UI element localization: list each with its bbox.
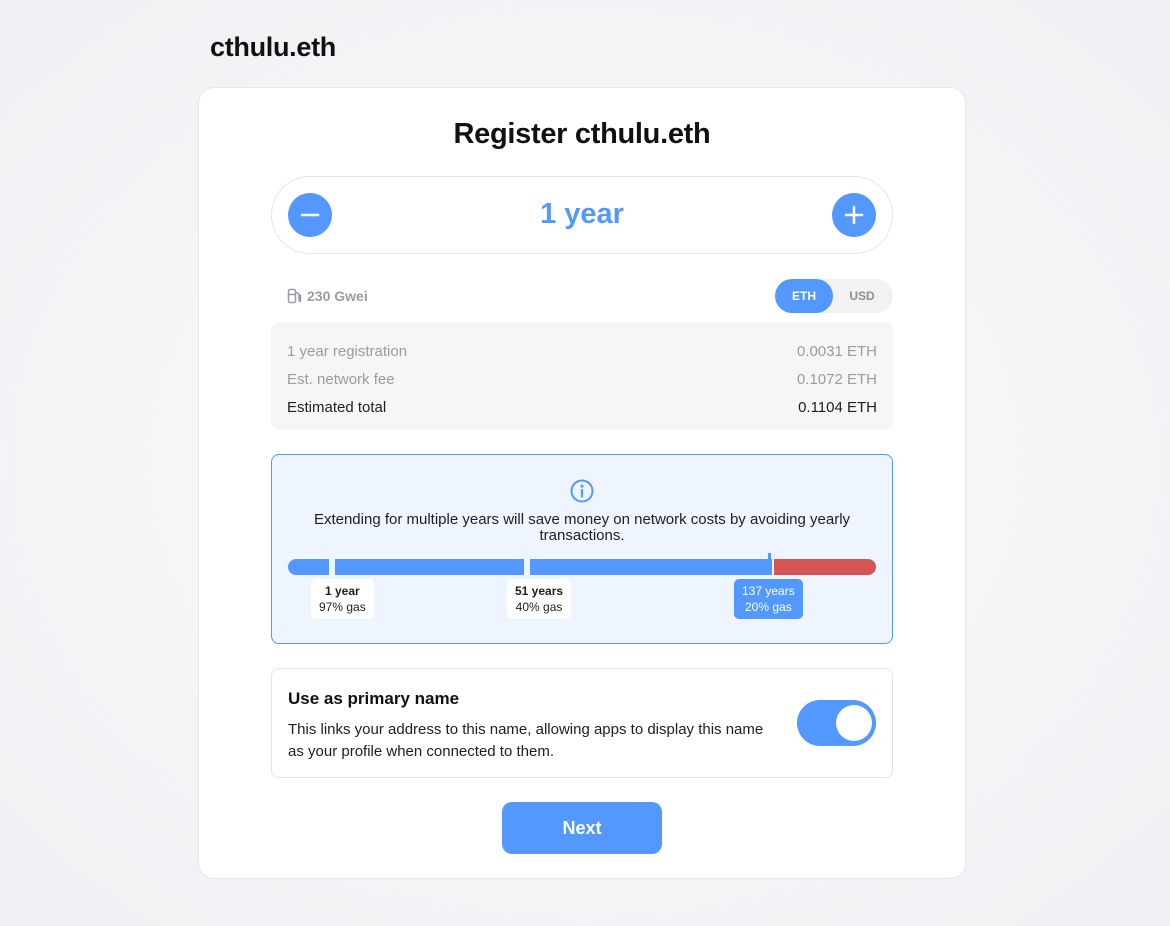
site-name: cthulu.eth xyxy=(210,32,336,62)
next-button[interactable]: Next xyxy=(502,802,662,854)
gas-savings-bar xyxy=(288,559,772,575)
currency-option-usd[interactable]: USD xyxy=(833,279,891,313)
page-title: Register cthulu.eth xyxy=(453,118,711,150)
primary-name-section: Use as primary name This links your addr… xyxy=(271,668,893,778)
tick-years: 137 years xyxy=(742,584,795,598)
primary-name-description: This links your address to this name, al… xyxy=(288,721,764,760)
savings-message: Extending for multiple years will save m… xyxy=(313,511,851,544)
tick-gas: 97% gas xyxy=(319,600,366,614)
invoice-value: 0.1072 ETH xyxy=(796,371,877,388)
primary-name-toggle[interactable] xyxy=(797,700,876,746)
plus-icon xyxy=(844,205,864,225)
gas-price: 230 Gwei xyxy=(287,288,368,304)
savings-tick: 1 year 97% gas xyxy=(311,579,374,619)
bar-marker-active xyxy=(768,553,771,575)
currency-option-eth[interactable]: ETH xyxy=(775,279,833,313)
duration-value: 1 year xyxy=(540,198,624,230)
bar-marker xyxy=(524,555,530,577)
invoice-label: 1 year registration xyxy=(287,343,408,360)
invoice-row: Est. network fee 0.1072 ETH xyxy=(287,366,877,394)
price-breakdown: 1 year registration 0.0031 ETH Est. netw… xyxy=(271,322,893,430)
gas-pump-icon xyxy=(287,288,302,304)
tick-gas: 40% gas xyxy=(515,600,563,614)
primary-name-title: Use as primary name xyxy=(288,689,460,708)
invoice-row: 1 year registration 0.0031 ETH xyxy=(287,338,877,366)
invoice-total-row: Estimated total 0.1104 ETH xyxy=(287,394,877,422)
savings-info-box: Extending for multiple years will save m… xyxy=(271,454,893,644)
duration-stepper: 1 year xyxy=(271,176,893,254)
tick-gas: 20% gas xyxy=(745,600,792,614)
invoice-value: 0.0031 ETH xyxy=(796,343,877,360)
gas-savings-bar-remainder xyxy=(774,559,876,575)
invoice-total-label: Estimated total xyxy=(287,399,387,416)
toggle-knob xyxy=(836,705,872,741)
registration-card: Register cthulu.eth 1 year 230 Gwei ETH … xyxy=(198,87,966,879)
currency-toggle: ETH USD xyxy=(775,279,893,313)
tick-years: 51 years xyxy=(515,584,564,598)
info-icon xyxy=(570,479,594,503)
increase-duration-button[interactable] xyxy=(832,193,876,237)
gas-price-label: 230 Gwei xyxy=(307,288,368,304)
savings-tick: 51 years 40% gas xyxy=(507,579,572,619)
tick-years: 1 year xyxy=(325,584,360,598)
savings-tick-active: 137 years 20% gas xyxy=(734,579,803,619)
bar-marker xyxy=(329,555,335,577)
invoice-label: Est. network fee xyxy=(287,371,395,388)
invoice-total-value: 0.1104 ETH xyxy=(798,399,877,416)
